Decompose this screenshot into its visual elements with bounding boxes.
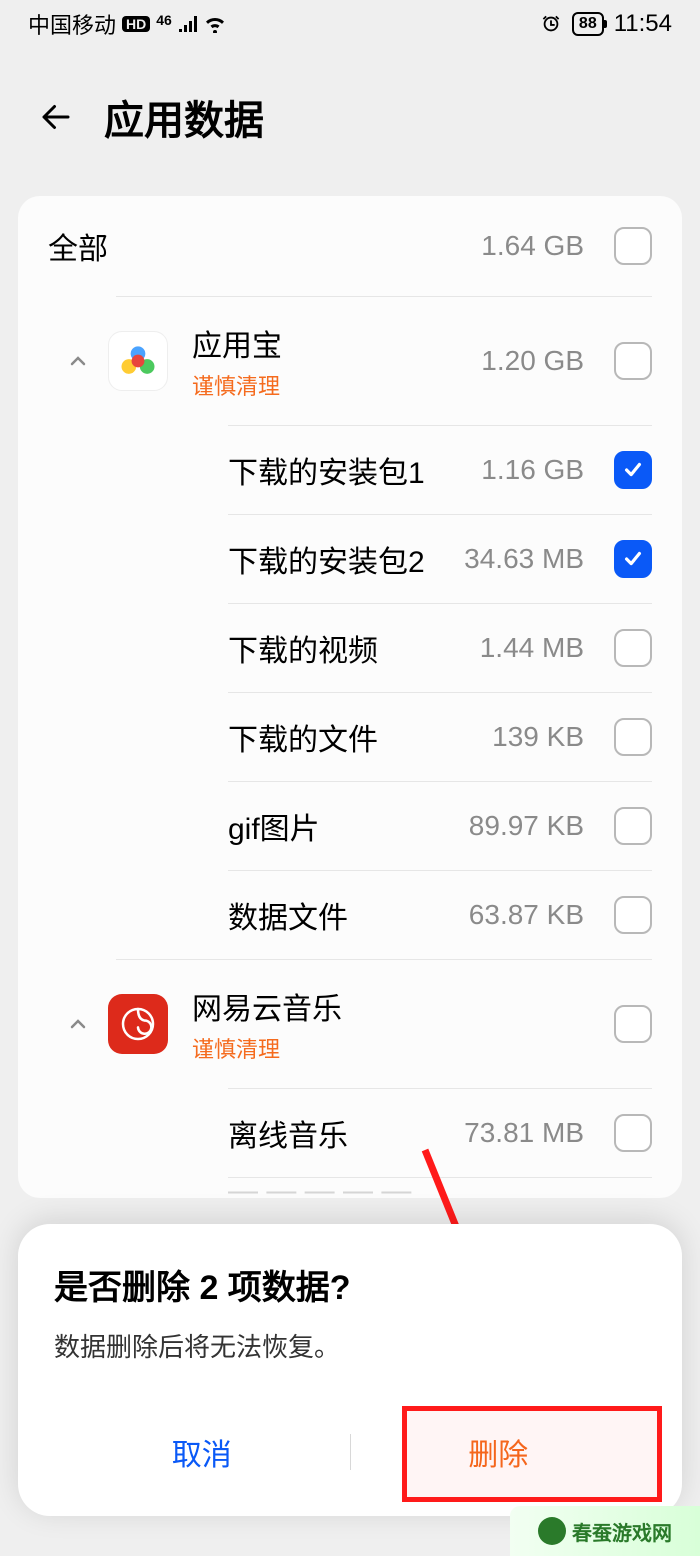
watermark-text: 春蚕游戏网 — [572, 1517, 672, 1546]
app-checkbox[interactable] — [614, 342, 652, 380]
sub-size: 1.16 GB — [481, 454, 584, 486]
app-checkbox[interactable] — [614, 1005, 652, 1043]
status-right: 88 11:54 — [540, 10, 672, 38]
chevron-up-icon[interactable] — [48, 1012, 108, 1036]
app-name: 网易云音乐 — [192, 984, 584, 1028]
sub-checkbox[interactable] — [614, 540, 652, 578]
sub-label: 下载的视频 — [228, 626, 480, 670]
sub-row-offline-music[interactable]: 离线音乐 73.81 MB — [18, 1089, 682, 1177]
sub-size: 73.81 MB — [464, 1117, 584, 1149]
sub-checkbox[interactable] — [614, 807, 652, 845]
page-title: 应用数据 — [104, 88, 264, 146]
delete-dialog: 是否删除 2 项数据? 数据删除后将无法恢复。 取消 删除 — [18, 1224, 682, 1516]
sub-size: 1.44 MB — [480, 632, 584, 664]
data-card: 全部 1.64 GB 应用宝 谨慎清理 1.20 GB — [18, 196, 682, 1198]
battery-indicator: 88 — [572, 12, 604, 36]
sub-label: gif图片 — [228, 804, 469, 848]
clock: 11:54 — [614, 10, 672, 38]
watermark-logo-icon — [538, 1517, 566, 1545]
sub-checkbox[interactable] — [614, 1114, 652, 1152]
page-header: 应用数据 — [0, 48, 700, 196]
hd-badge: HD — [122, 16, 150, 32]
sub-row-gif[interactable]: gif图片 89.97 KB — [18, 782, 682, 870]
carrier-label: 中国移动 — [28, 8, 116, 40]
watermark: 春蚕游戏网 — [510, 1506, 700, 1556]
sub-size: 139 KB — [492, 721, 584, 753]
app-size: 1.20 GB — [481, 345, 584, 377]
sub-row-data[interactable]: 数据文件 63.87 KB — [18, 871, 682, 959]
sub-size: 63.87 KB — [469, 899, 584, 931]
all-size: 1.64 GB — [481, 230, 584, 262]
status-bar: 中国移动 HD 46 88 11:54 — [0, 0, 700, 48]
sub-checkbox[interactable] — [614, 629, 652, 667]
sub-row-partial: — — — — — — [18, 1178, 682, 1198]
sub-row-video[interactable]: 下载的视频 1.44 MB — [18, 604, 682, 692]
sub-checkbox[interactable] — [614, 896, 652, 934]
app-row-yingyongbao[interactable]: 应用宝 谨慎清理 1.20 GB — [18, 297, 682, 425]
app-warning: 谨慎清理 — [192, 369, 481, 401]
sub-label: 下载的安装包2 — [228, 537, 464, 581]
sub-checkbox[interactable] — [614, 718, 652, 756]
network-label: 46 — [156, 12, 172, 28]
sub-checkbox[interactable] — [614, 451, 652, 489]
app-row-netease[interactable]: 网易云音乐 谨慎清理 — [18, 960, 682, 1088]
sub-label: 下载的文件 — [228, 715, 492, 759]
screen: 中国移动 HD 46 88 11:54 应用数据 — [0, 0, 700, 1556]
app-icon-netease — [108, 994, 168, 1054]
chevron-up-icon[interactable] — [48, 349, 108, 373]
app-warning: 谨慎清理 — [192, 1032, 584, 1064]
delete-button[interactable]: 删除 — [351, 1408, 647, 1496]
sub-size: 34.63 MB — [464, 543, 584, 575]
wifi-icon — [204, 15, 226, 33]
app-texts: 网易云音乐 谨慎清理 — [192, 984, 584, 1064]
app-texts: 应用宝 谨慎清理 — [192, 321, 481, 401]
app-name: 应用宝 — [192, 321, 481, 365]
all-label: 全部 — [48, 224, 481, 268]
sub-label: 下载的安装包1 — [228, 448, 481, 492]
status-left: 中国移动 HD 46 — [28, 8, 226, 40]
alarm-icon — [540, 13, 562, 35]
sub-row-package2[interactable]: 下载的安装包2 34.63 MB — [18, 515, 682, 603]
back-button[interactable] — [36, 97, 76, 137]
sub-row-package1[interactable]: 下载的安装包1 1.16 GB — [18, 426, 682, 514]
sub-size: 89.97 KB — [469, 810, 584, 842]
dialog-title: 是否删除 2 项数据? — [54, 1260, 646, 1309]
dialog-subtitle: 数据删除后将无法恢复。 — [54, 1327, 646, 1364]
all-checkbox[interactable] — [614, 227, 652, 265]
sub-label: 离线音乐 — [228, 1111, 464, 1155]
all-row[interactable]: 全部 1.64 GB — [18, 196, 682, 296]
dialog-actions: 取消 删除 — [54, 1408, 646, 1496]
signal-icon — [178, 16, 198, 32]
battery-level: 88 — [579, 15, 597, 33]
cancel-button[interactable]: 取消 — [54, 1408, 350, 1496]
app-icon-yingyongbao — [108, 331, 168, 391]
sub-row-file[interactable]: 下载的文件 139 KB — [18, 693, 682, 781]
sub-label: 数据文件 — [228, 893, 469, 937]
